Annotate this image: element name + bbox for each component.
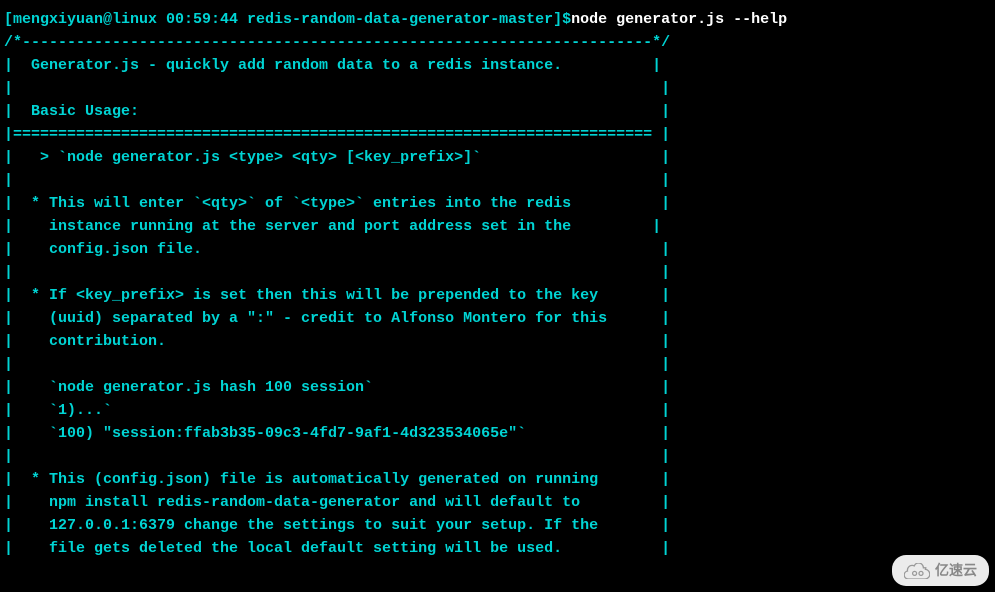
output-line-05: | Basic Usage: | bbox=[4, 100, 991, 123]
output-line-18: | `1)...` | bbox=[4, 399, 991, 422]
output-line-07: | > `node generator.js <type> <qty> [<ke… bbox=[4, 146, 991, 169]
output-line-09: | * This will enter `<qty>` of `<type>` … bbox=[4, 192, 991, 215]
output-line-13: | * If <key_prefix> is set then this wil… bbox=[4, 284, 991, 307]
shell-command: node generator.js --help bbox=[571, 11, 787, 28]
cloud-icon bbox=[904, 563, 930, 579]
output-line-24: | file gets deleted the local default se… bbox=[4, 537, 991, 560]
output-line-10: | instance running at the server and por… bbox=[4, 215, 991, 238]
output-line-19: | `100) "session:ffab3b35-09c3-4fd7-9af1… bbox=[4, 422, 991, 445]
output-line-15: | contribution. | bbox=[4, 330, 991, 353]
output-line-02: /*--------------------------------------… bbox=[4, 31, 991, 54]
output-line-23: | 127.0.0.1:6379 change the settings to … bbox=[4, 514, 991, 537]
output-line-04: | | bbox=[4, 77, 991, 100]
output-line-21: | * This (config.json) file is automatic… bbox=[4, 468, 991, 491]
output-line-11: | config.json file. | bbox=[4, 238, 991, 261]
shell-prompt: [mengxiyuan@linux 00:59:44 redis-random-… bbox=[4, 11, 571, 28]
terminal-window[interactable]: [mengxiyuan@linux 00:59:44 redis-random-… bbox=[4, 8, 991, 560]
output-line-16: | | bbox=[4, 353, 991, 376]
prompt-line: [mengxiyuan@linux 00:59:44 redis-random-… bbox=[4, 8, 991, 31]
watermark-text: 亿速云 bbox=[935, 559, 977, 582]
output-line-22: | npm install redis-random-data-generato… bbox=[4, 491, 991, 514]
output-line-08: | | bbox=[4, 169, 991, 192]
output-line-12: | | bbox=[4, 261, 991, 284]
output-line-06: |=======================================… bbox=[4, 123, 991, 146]
output-line-17: | `node generator.js hash 100 session` | bbox=[4, 376, 991, 399]
output-line-20: | | bbox=[4, 445, 991, 468]
output-line-14: | (uuid) separated by a ":" - credit to … bbox=[4, 307, 991, 330]
watermark-badge: 亿速云 bbox=[892, 555, 989, 586]
output-line-03: | Generator.js - quickly add random data… bbox=[4, 54, 991, 77]
